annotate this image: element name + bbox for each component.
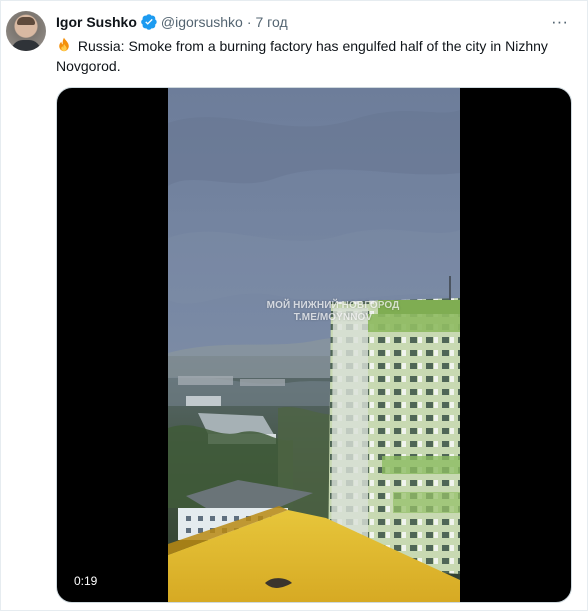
more-options-icon[interactable]: ··· [551, 13, 568, 31]
author-name[interactable]: Igor Sushko [56, 14, 137, 30]
post-time[interactable]: 7 год [256, 14, 288, 30]
avatar[interactable] [6, 11, 46, 51]
tweet-body: Russia: Smoke from a burning factory has… [56, 38, 548, 74]
separator-dot: · [246, 14, 252, 30]
avatar-hair [17, 17, 35, 25]
avatar-shirt [11, 40, 41, 51]
author-handle[interactable]: @igorsushko [161, 14, 243, 30]
verified-badge-icon [141, 14, 157, 30]
video-duration: 0:19 [67, 570, 105, 592]
video-thumbnail-image [168, 88, 460, 602]
watermark-line-1: МОЙ НИЖНИЙ НОВГОРОД [266, 300, 400, 311]
video-watermark: МОЙ НИЖНИЙ НОВГОРОД T.ME/MOYNNOV [253, 300, 413, 324]
video-frame[interactable]: МОЙ НИЖНИЙ НОВГОРОД T.ME/MOYNNOV [168, 88, 460, 602]
tweet-card: Igor Sushko @igorsushko · 7 год ··· Russ… [0, 0, 588, 611]
tweet-text: Russia: Smoke from a burning factory has… [56, 36, 556, 76]
video-player[interactable]: МОЙ НИЖНИЙ НОВГОРОД T.ME/MOYNNOV 0:19 [56, 87, 572, 603]
tweet-header: Igor Sushko @igorsushko · 7 год [56, 13, 288, 31]
fire-emoji-icon [59, 37, 69, 52]
watermark-line-2: T.ME/MOYNNOV [293, 312, 373, 323]
